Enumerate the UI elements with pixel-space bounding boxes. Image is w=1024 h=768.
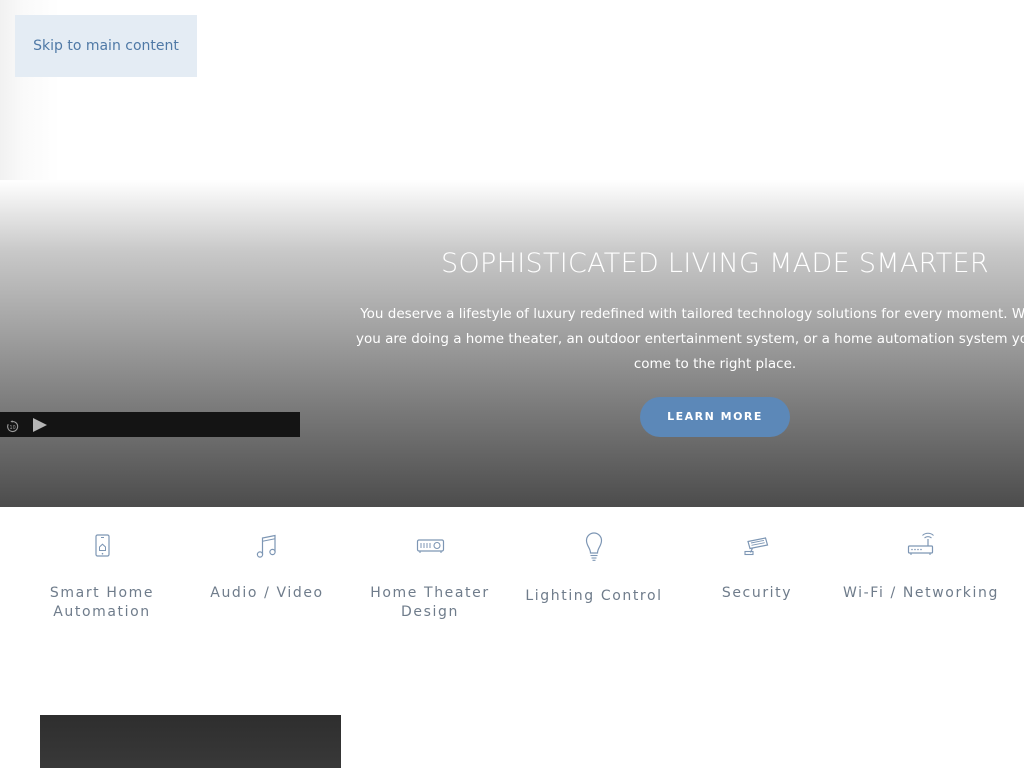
page: Skip to main content SOPHISTICATED LIVIN… — [0, 0, 1024, 768]
service-label: Security — [721, 585, 793, 601]
service-label: Audio / Video — [210, 585, 324, 601]
hero-title: SOPHISTICATED LIVING MADE SMARTER — [441, 248, 989, 279]
security-camera-icon — [737, 527, 777, 567]
router-icon — [901, 527, 941, 567]
projector-icon — [410, 527, 450, 567]
replay-10-label: 10 — [10, 425, 16, 431]
service-label: Home Theater Design — [370, 585, 490, 620]
hero-description: You deserve a lifestyle of luxury redefi… — [355, 306, 1024, 372]
skip-to-main-content-link[interactable]: Skip to main content — [15, 15, 197, 77]
smartphone-home-icon — [82, 527, 122, 567]
learn-more-button[interactable]: LEARN MORE — [640, 397, 790, 437]
video-control-bar: 10 — [0, 412, 300, 437]
featured-media-block — [40, 715, 341, 768]
services-row: Smart Home Automation Audio / Video Home… — [0, 507, 1024, 657]
music-note-icon — [247, 527, 287, 567]
hero-section: SOPHISTICATED LIVING MADE SMARTER You de… — [0, 180, 1024, 507]
service-label: Wi-Fi / Networking — [843, 585, 999, 601]
lightbulb-icon — [574, 527, 614, 567]
service-label: Smart Home Automation — [49, 585, 155, 620]
service-label: Lighting Control — [525, 588, 663, 604]
play-icon[interactable] — [32, 417, 48, 433]
replay-10-icon[interactable]: 10 — [6, 418, 19, 433]
